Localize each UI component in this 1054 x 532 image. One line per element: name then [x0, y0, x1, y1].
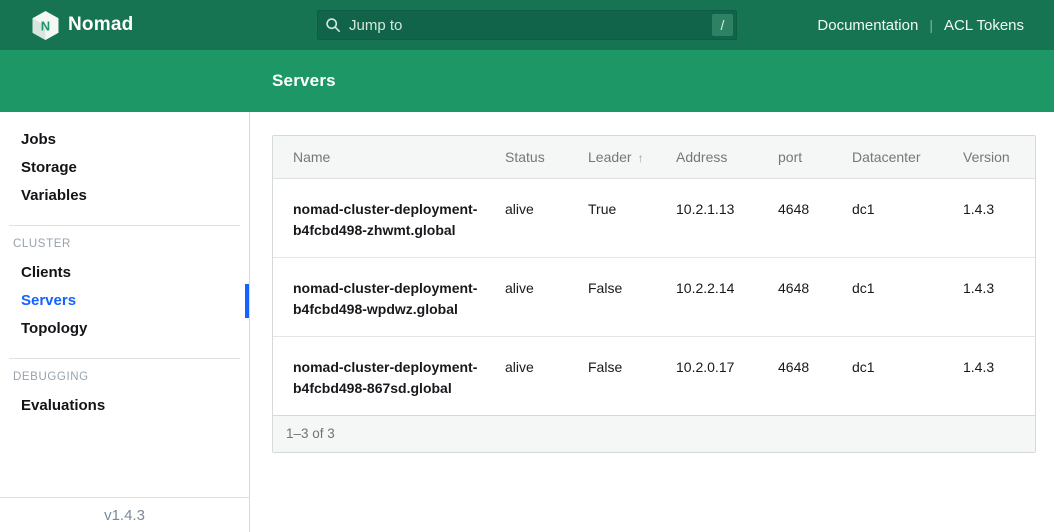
server-address: 10.2.1.13 — [676, 178, 778, 257]
sidebar-item-evaluations[interactable]: Evaluations — [0, 392, 249, 420]
keyboard-shortcut-hint: / — [712, 14, 733, 36]
main-content: Name Status Leader ↑ Address port Datacen… — [250, 112, 1054, 532]
sidebar-item-storage[interactable]: Storage — [0, 154, 249, 182]
server-name: nomad-cluster-deployment-b4fcbd498-867sd… — [273, 336, 505, 415]
server-address: 10.2.0.17 — [676, 336, 778, 415]
sidebar-divider — [9, 225, 240, 226]
table-row[interactable]: nomad-cluster-deployment-b4fcbd498-zhwmt… — [273, 178, 1035, 257]
sidebar-item-jobs[interactable]: Jobs — [0, 126, 249, 154]
column-header-name[interactable]: Name — [273, 136, 505, 178]
table-row[interactable]: nomad-cluster-deployment-b4fcbd498-867sd… — [273, 336, 1035, 415]
column-header-status[interactable]: Status — [505, 136, 588, 178]
server-version: 1.4.3 — [963, 336, 1035, 415]
link-divider: | — [929, 17, 933, 33]
pagination-summary: 1–3 of 3 — [273, 415, 1035, 452]
server-version: 1.4.3 — [963, 257, 1035, 336]
sidebar: Jobs Storage Variables CLUSTER Clients S… — [0, 112, 250, 532]
server-status: alive — [505, 257, 588, 336]
column-header-port[interactable]: port — [778, 136, 852, 178]
server-datacenter: dc1 — [852, 178, 963, 257]
server-name: nomad-cluster-deployment-b4fcbd498-wpdwz… — [273, 257, 505, 336]
documentation-link[interactable]: Documentation — [817, 17, 918, 34]
server-datacenter: dc1 — [852, 257, 963, 336]
top-navbar: N Nomad / Documentation | ACL Tokens — [0, 0, 1054, 50]
server-port: 4648 — [778, 178, 852, 257]
sidebar-item-servers[interactable]: Servers — [0, 287, 249, 315]
column-header-datacenter[interactable]: Datacenter — [852, 136, 963, 178]
sidebar-item-clients[interactable]: Clients — [0, 259, 249, 287]
server-address: 10.2.2.14 — [676, 257, 778, 336]
column-header-leader[interactable]: Leader ↑ — [588, 136, 676, 178]
server-port: 4648 — [778, 336, 852, 415]
server-status: alive — [505, 178, 588, 257]
sidebar-item-topology[interactable]: Topology — [0, 315, 249, 343]
column-header-address[interactable]: Address — [676, 136, 778, 178]
page-title: Servers — [272, 71, 336, 91]
server-status: alive — [505, 336, 588, 415]
column-header-leader-label: Leader — [588, 149, 632, 165]
server-leader: True — [588, 178, 676, 257]
table-header-row: Name Status Leader ↑ Address port Datacen… — [273, 136, 1035, 178]
servers-table-card: Name Status Leader ↑ Address port Datacen… — [272, 135, 1036, 453]
svg-text:N: N — [41, 18, 50, 33]
navbar-links: Documentation | ACL Tokens — [817, 17, 1024, 34]
sidebar-divider — [9, 358, 240, 359]
table-row[interactable]: nomad-cluster-deployment-b4fcbd498-wpdwz… — [273, 257, 1035, 336]
nomad-logo-icon: N — [32, 11, 59, 40]
server-port: 4648 — [778, 257, 852, 336]
server-datacenter: dc1 — [852, 336, 963, 415]
sort-ascending-icon: ↑ — [638, 151, 644, 165]
column-header-version[interactable]: Version — [963, 136, 1035, 178]
brand-name: Nomad — [68, 14, 133, 36]
servers-table: Name Status Leader ↑ Address port Datacen… — [273, 136, 1035, 415]
sidebar-item-variables[interactable]: Variables — [0, 182, 249, 210]
brand-home-link[interactable]: N Nomad — [32, 11, 133, 40]
acl-tokens-link[interactable]: ACL Tokens — [944, 17, 1024, 34]
search-input[interactable] — [317, 10, 737, 40]
server-leader: False — [588, 257, 676, 336]
search-icon — [325, 17, 341, 33]
server-leader: False — [588, 336, 676, 415]
server-version: 1.4.3 — [963, 178, 1035, 257]
page-header: Servers — [0, 50, 1054, 112]
server-name: nomad-cluster-deployment-b4fcbd498-zhwmt… — [273, 178, 505, 257]
sidebar-section-cluster: CLUSTER — [0, 238, 249, 250]
jump-to-search: / — [317, 10, 737, 40]
sidebar-section-debugging: DEBUGGING — [0, 371, 249, 383]
version-label: v1.4.3 — [0, 497, 249, 532]
